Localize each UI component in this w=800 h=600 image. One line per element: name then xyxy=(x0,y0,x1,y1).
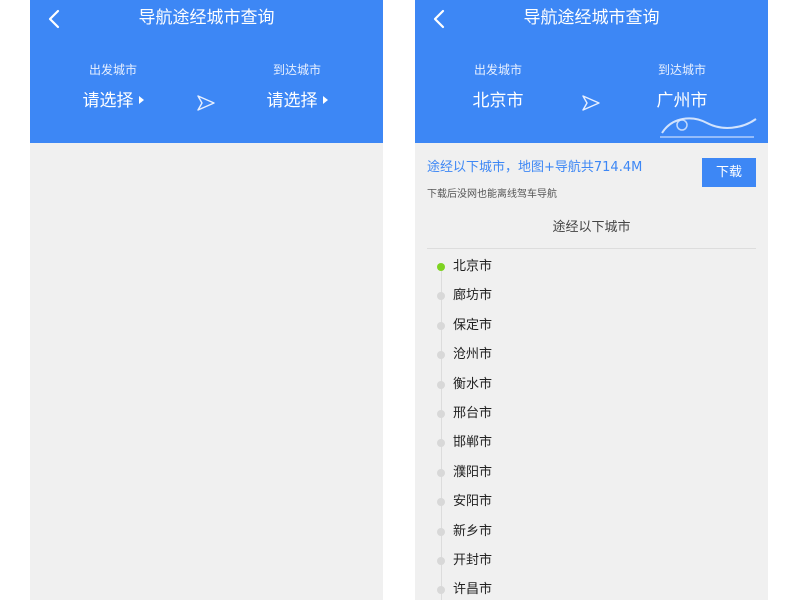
city-list-item: 北京市 xyxy=(415,252,768,281)
timeline-dot xyxy=(437,409,445,418)
timeline-dot xyxy=(437,321,445,330)
origin-selector[interactable]: 请选择 xyxy=(53,90,173,112)
destination-label: 到达城市 xyxy=(272,63,321,77)
city-list: 北京市 廊坊市 保定市 沧州市 衡水市 邢台市 邯郸市 濮阳市 安阳市 新乡市 … xyxy=(415,252,768,600)
origin-label: 出发城市 xyxy=(88,63,137,77)
watermark-logo xyxy=(652,111,762,141)
city-list-item: 许昌市 xyxy=(415,575,768,600)
download-button[interactable]: 下载 xyxy=(702,158,756,187)
triangle-right-icon xyxy=(138,96,144,104)
city-name: 许昌市 xyxy=(453,582,493,598)
destination-label: 到达城市 xyxy=(657,63,706,77)
origin-label: 出发城市 xyxy=(473,63,522,77)
destination-selector[interactable]: 广州市 xyxy=(622,90,742,112)
divider xyxy=(427,248,756,249)
timeline-dot xyxy=(437,351,445,360)
city-name: 北京市 xyxy=(453,259,493,274)
city-list-item: 开封市 xyxy=(415,546,768,575)
city-name: 濮阳市 xyxy=(453,464,493,480)
destination-city: 到达城市 请选择 xyxy=(237,62,357,112)
timeline-dot xyxy=(437,468,445,477)
city-list-item: 保定市 xyxy=(415,311,768,340)
timeline-dot xyxy=(437,586,445,595)
timeline-dot xyxy=(437,292,445,301)
timeline-dot xyxy=(437,556,445,565)
timeline-dot xyxy=(437,527,445,536)
city-list-item: 新乡市 xyxy=(415,517,768,546)
city-list-item: 衡水市 xyxy=(415,370,768,399)
send-icon xyxy=(581,94,601,112)
page-title: 导航途经城市查询 xyxy=(138,8,275,28)
origin-selector[interactable]: 北京市 xyxy=(438,90,558,112)
route-summary: 途经以下城市，地图+导航共714.4M xyxy=(427,160,643,175)
city-list-item: 安阳市 xyxy=(415,487,768,516)
city-name: 开封市 xyxy=(453,552,493,568)
destination-value: 请选择 xyxy=(266,91,318,111)
phone-screen-right: 导航途经城市查询 出发城市 北京市 到达城市 广州市 途经以下城市，地图+导航共… xyxy=(415,0,768,600)
city-name: 保定市 xyxy=(453,317,493,333)
city-name: 邯郸市 xyxy=(453,435,493,451)
offline-note: 下载后没网也能离线驾车导航 xyxy=(427,189,557,200)
timeline-dot xyxy=(437,498,445,507)
origin-city: 出发城市 北京市 xyxy=(438,62,558,112)
origin-city: 出发城市 请选择 xyxy=(53,62,173,112)
city-name: 安阳市 xyxy=(453,494,493,510)
destination-value: 广州市 xyxy=(656,91,708,111)
city-name: 沧州市 xyxy=(453,347,493,363)
page-title: 导航途经城市查询 xyxy=(523,8,660,28)
city-name: 邢台市 xyxy=(453,405,493,421)
phone-screen-left: 导航途经城市查询 出发城市 请选择 到达城市 请选择 xyxy=(30,0,383,600)
section-title: 途经以下城市 xyxy=(552,220,631,235)
timeline-dot xyxy=(437,439,445,448)
timeline-dot-active xyxy=(437,263,445,271)
city-list-item: 沧州市 xyxy=(415,340,768,369)
city-name: 衡水市 xyxy=(453,376,493,392)
city-list-item: 濮阳市 xyxy=(415,458,768,487)
header: 导航途经城市查询 出发城市 请选择 到达城市 请选择 xyxy=(30,0,383,143)
timeline-dot xyxy=(437,380,445,389)
city-name: 新乡市 xyxy=(453,523,493,539)
city-list-item: 廊坊市 xyxy=(415,281,768,310)
city-list-item: 邢台市 xyxy=(415,399,768,428)
send-icon xyxy=(196,94,216,112)
city-name: 廊坊市 xyxy=(453,288,493,304)
origin-value: 请选择 xyxy=(82,91,134,111)
destination-selector[interactable]: 请选择 xyxy=(237,90,357,112)
city-list-item: 邯郸市 xyxy=(415,428,768,457)
destination-city: 到达城市 广州市 xyxy=(622,62,742,112)
origin-value: 北京市 xyxy=(472,91,524,111)
triangle-right-icon xyxy=(322,96,328,104)
